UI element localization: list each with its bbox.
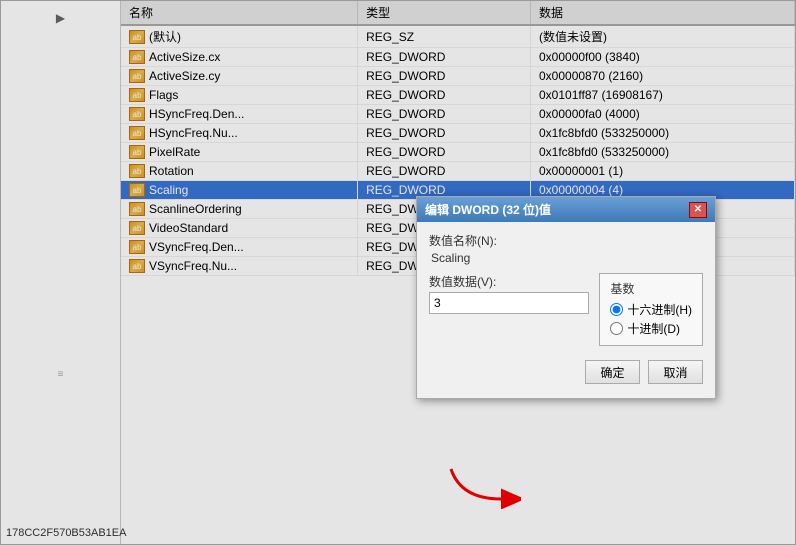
value-data-label: 数值数据(V): <box>429 273 589 290</box>
value-name-display: Scaling <box>429 251 703 265</box>
dialog-input-row: 数值数据(V): 基数 十六进制(H) 十进制(D) <box>429 273 703 346</box>
edit-dword-dialog: 编辑 DWORD (32 位)值 ✕ 数值名称(N): Scaling 数值数据… <box>416 196 716 399</box>
hex-radio-input[interactable] <box>610 303 623 316</box>
value-data-group: 数值数据(V): <box>429 273 589 314</box>
dialog-title: 编辑 DWORD (32 位)值 <box>425 201 551 218</box>
registry-window: ▶ ≡ 名称 类型 数据 ab(默认)REG_SZ(数值未设置)abActive… <box>0 0 796 545</box>
hex-radio-label: 十六进制(H) <box>627 301 692 318</box>
value-name-label: 数值名称(N): <box>429 232 703 249</box>
radix-group: 基数 十六进制(H) 十进制(D) <box>599 273 703 346</box>
ok-button[interactable]: 确定 <box>585 360 640 384</box>
dec-radio[interactable]: 十进制(D) <box>610 320 692 337</box>
cancel-button[interactable]: 取消 <box>648 360 703 384</box>
dialog-buttons: 确定 取消 <box>429 356 703 388</box>
dialog-close-button[interactable]: ✕ <box>689 202 707 218</box>
dec-radio-input[interactable] <box>610 322 623 335</box>
dialog-titlebar: 编辑 DWORD (32 位)值 ✕ <box>417 197 715 222</box>
dialog-body: 数值名称(N): Scaling 数值数据(V): 基数 十六进制(H) 十进制… <box>417 222 715 398</box>
value-data-input[interactable] <box>429 292 589 314</box>
hex-radio[interactable]: 十六进制(H) <box>610 301 692 318</box>
radix-label: 基数 <box>610 280 692 297</box>
dec-radio-label: 十进制(D) <box>627 320 680 337</box>
